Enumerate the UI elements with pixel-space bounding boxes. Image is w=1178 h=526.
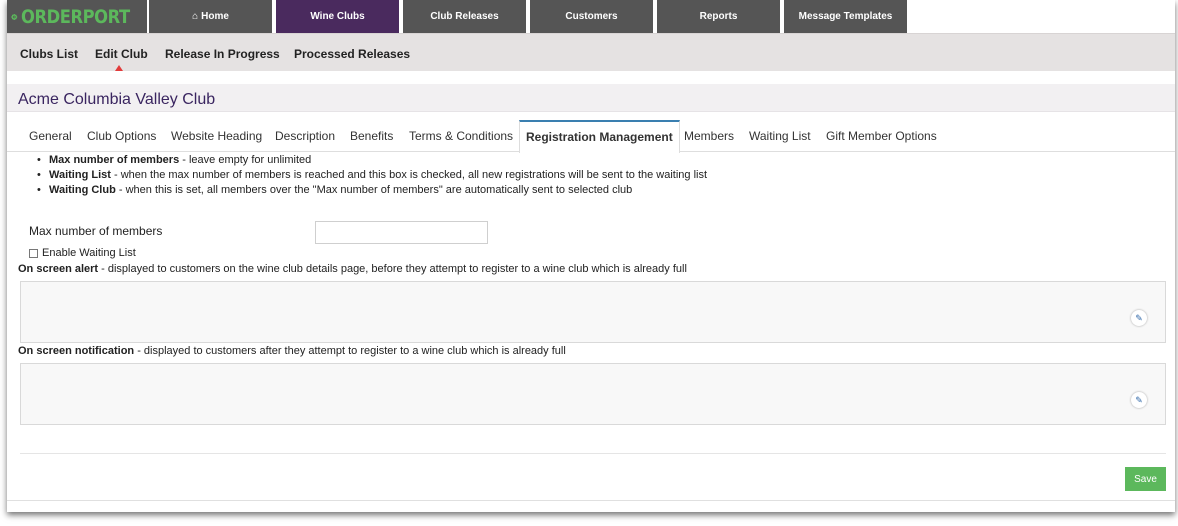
nav-message-templates-label: Message Templates [798, 11, 893, 22]
nav-club-releases[interactable]: Club Releases [401, 0, 526, 33]
nav-club-releases-label: Club Releases [430, 11, 499, 22]
subnav-release-in-progress[interactable]: Release In Progress [165, 47, 280, 61]
tab-registration-management[interactable]: Registration Management [519, 120, 680, 153]
max-members-input[interactable] [315, 221, 488, 244]
alert-description: On screen alert - displayed to customers… [18, 263, 687, 275]
alert-term: On screen alert [18, 263, 99, 275]
enable-waiting-list-label: Enable Waiting List [42, 247, 136, 259]
notification-term: On screen notification [18, 345, 135, 357]
tab-benefits[interactable]: Benefits [350, 120, 393, 152]
help-list: Max number of members - leave empty for … [35, 153, 707, 198]
notification-text: - displayed to customers after they atte… [134, 345, 566, 357]
active-subnav-indicator [115, 65, 123, 71]
orderport-logo[interactable]: ORDERPORT [7, 0, 147, 33]
subnav-processed-releases[interactable]: Processed Releases [294, 47, 410, 61]
nav-reports-label: Reports [699, 11, 738, 22]
help-term: Max number of members [49, 154, 180, 166]
help-text: - when this is set, all members over the… [115, 184, 633, 196]
alert-text: - displayed to customers on the wine clu… [98, 263, 687, 275]
tab-club-options[interactable]: Club Options [87, 120, 156, 152]
app-window: ORDERPORT ⌂ Home Wine Clubs Club Release… [7, 0, 1175, 512]
nav-home-label: Home [201, 11, 229, 22]
form-divider [20, 453, 1166, 454]
nav-customers-label: Customers [565, 11, 618, 22]
tab-terms-conditions[interactable]: Terms & Conditions [409, 120, 513, 152]
nav-wine-clubs-label: Wine Clubs [310, 11, 365, 22]
nav-wine-clubs[interactable]: Wine Clubs [274, 0, 399, 33]
club-tabs: General Club Options Website Heading Des… [7, 120, 1175, 153]
help-item: Waiting Club - when this is set, all mem… [35, 183, 707, 198]
save-button[interactable]: Save [1125, 467, 1166, 491]
tab-website-heading[interactable]: Website Heading [171, 120, 262, 152]
nav-customers[interactable]: Customers [528, 0, 653, 33]
enable-waiting-list-row[interactable]: Enable Waiting List [29, 247, 136, 259]
top-navigation: ORDERPORT ⌂ Home Wine Clubs Club Release… [7, 0, 1175, 33]
alert-editor[interactable]: ✎ [20, 281, 1166, 343]
pencil-icon[interactable]: ✎ [1131, 310, 1147, 326]
subnav-edit-club[interactable]: Edit Club [95, 47, 148, 61]
tab-description[interactable]: Description [275, 120, 335, 152]
flower-logo-icon [11, 13, 18, 20]
help-term: Waiting Club [49, 184, 116, 196]
footer-divider [7, 500, 1175, 501]
help-item: Waiting List - when the max number of me… [35, 168, 707, 183]
nav-reports[interactable]: Reports [655, 0, 780, 33]
nav-home[interactable]: ⌂ Home [147, 0, 272, 33]
home-icon: ⌂ [192, 11, 199, 22]
nav-message-templates[interactable]: Message Templates [782, 0, 907, 33]
notification-description: On screen notification - displayed to cu… [18, 345, 566, 357]
page-title: Acme Columbia Valley Club [18, 91, 216, 108]
sub-navigation: Clubs List Edit Club Release In Progress… [7, 33, 1175, 71]
pencil-icon[interactable]: ✎ [1131, 392, 1147, 408]
tab-waiting-list[interactable]: Waiting List [749, 120, 811, 152]
help-item: Max number of members - leave empty for … [35, 153, 707, 168]
subnav-clubs-list[interactable]: Clubs List [20, 47, 78, 61]
help-term: Waiting List [49, 169, 111, 181]
tab-gift-member-options[interactable]: Gift Member Options [826, 120, 937, 152]
brand-name: ORDERPORT [20, 5, 130, 28]
max-members-label: Max number of members [29, 224, 163, 238]
title-bar: Acme Columbia Valley Club [7, 84, 1175, 112]
help-text: - leave empty for unlimited [179, 154, 312, 166]
tab-members[interactable]: Members [684, 120, 734, 152]
help-text: - when the max number of members is reac… [110, 169, 708, 181]
notification-editor[interactable]: ✎ [20, 363, 1166, 425]
tab-general[interactable]: General [29, 120, 72, 152]
enable-waiting-list-checkbox[interactable] [29, 248, 38, 258]
